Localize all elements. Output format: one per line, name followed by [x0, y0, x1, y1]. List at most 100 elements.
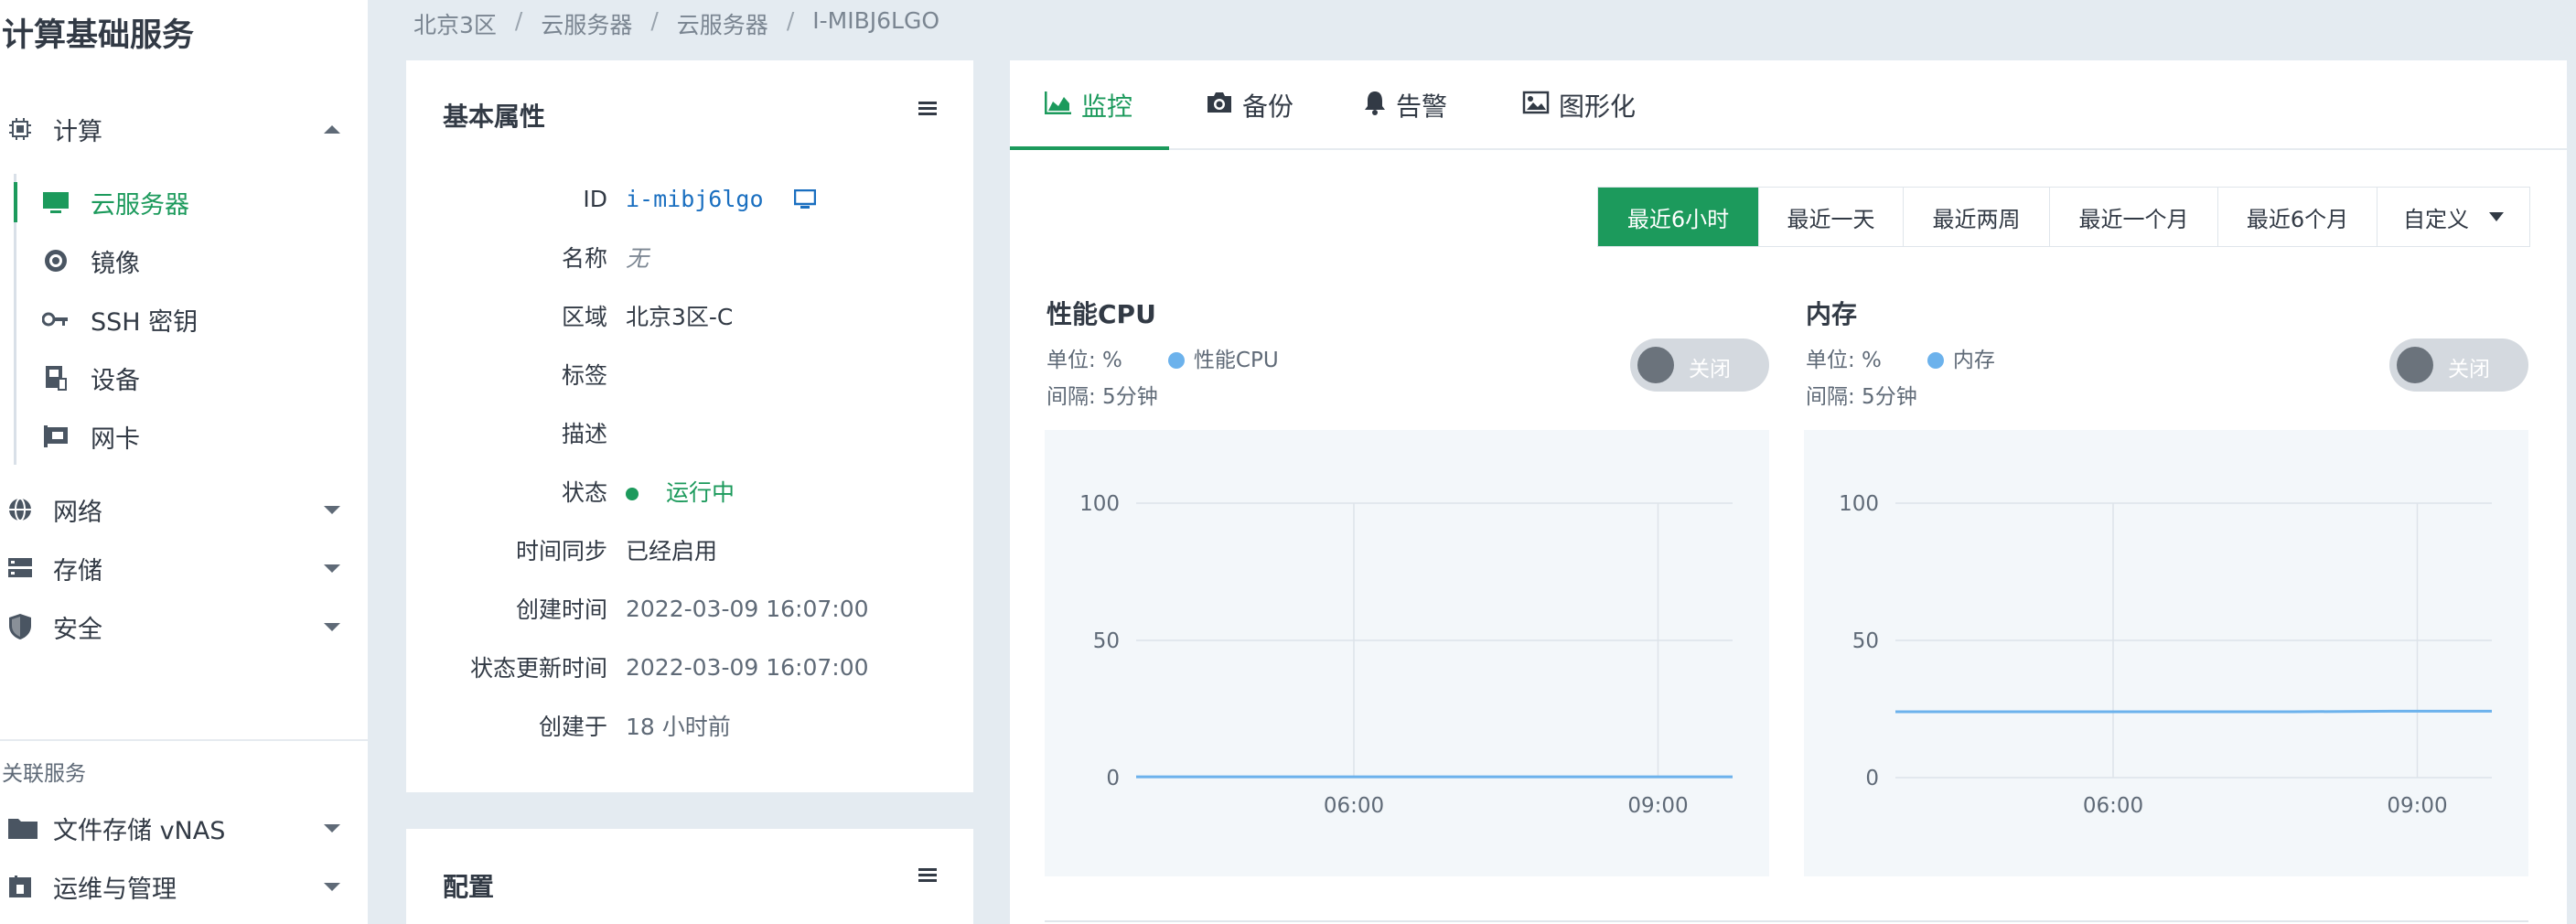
chevron-down-icon	[2489, 212, 2504, 221]
prop-row-description: 描述	[406, 414, 973, 451]
y-tick-label: 50	[1852, 629, 1879, 653]
nic-icon	[42, 423, 70, 450]
chart-svg: 100 50 0 06:00 09:00	[1079, 492, 1733, 818]
chevron-up-icon[interactable]	[324, 124, 340, 134]
interval-label: 间隔: 5分钟	[1046, 385, 1158, 409]
chevron-down-icon[interactable]	[324, 882, 340, 891]
prop-key: 创建于	[538, 714, 607, 740]
legend-label: 内存	[1952, 349, 1995, 372]
breadcrumb-separator: /	[514, 7, 523, 34]
image-icon	[1522, 91, 1550, 121]
x-tick-label: 09:00	[1627, 794, 1688, 818]
breadcrumb-item[interactable]: 北京3区	[413, 7, 497, 40]
menu-icon[interactable]	[918, 102, 937, 116]
card-title: 基本属性	[443, 102, 546, 132]
sidebar-divider	[0, 739, 368, 741]
sidebar-item-security[interactable]: 安全	[0, 603, 368, 650]
sidebar-item-label: 安全	[53, 615, 102, 644]
tab-label: 备份	[1242, 91, 1294, 122]
range-6m-button[interactable]: 最近6个月	[2218, 188, 2377, 246]
interval-label: 间隔: 5分钟	[1806, 385, 1917, 409]
breadcrumb-item[interactable]: 云服务器	[677, 7, 768, 40]
globe-icon	[7, 497, 33, 522]
range-custom-dropdown[interactable]: 自定义	[2377, 188, 2529, 246]
sidebar-item-cloud-server[interactable]: 云服务器	[0, 178, 368, 226]
device-icon	[42, 364, 70, 392]
cpu-monitor-toggle[interactable]: 关闭	[1630, 338, 1769, 392]
tab-backup[interactable]: 备份	[1206, 60, 1293, 150]
monitor-icon	[42, 188, 70, 216]
chevron-down-icon[interactable]	[324, 505, 340, 514]
prop-row-status: 状态 运行中	[406, 473, 973, 510]
sidebar-item-ops[interactable]: 运维与管理	[0, 863, 368, 910]
sidebar-item-image[interactable]: 镜像	[0, 237, 368, 285]
x-tick-label: 06:00	[2083, 794, 2143, 818]
legend-label: 性能CPU	[1193, 349, 1279, 372]
sidebar-item-network[interactable]: 网络	[0, 486, 368, 533]
series-line	[1895, 709, 2492, 714]
prop-row-tags: 标签	[406, 356, 973, 392]
instance-id-link[interactable]: i-mibj6lgo	[626, 186, 764, 212]
sidebar-item-ssh-key[interactable]: SSH 密钥	[0, 295, 368, 343]
prop-key: 状态	[561, 479, 607, 506]
chip-icon	[7, 116, 33, 142]
toggle-knob	[2397, 347, 2433, 383]
prop-key: 时间同步	[515, 538, 607, 564]
sidebar-item-vnas[interactable]: 文件存储 vNAS	[0, 804, 368, 852]
sidebar-item-device[interactable]: 设备	[0, 354, 368, 402]
chevron-down-icon[interactable]	[324, 622, 340, 631]
toggle-label: 关闭	[1689, 358, 1731, 381]
range-1m-button[interactable]: 最近一个月	[2050, 188, 2218, 246]
memory-monitor-unit-row: 单位: % 内存	[1806, 342, 1995, 373]
cpu-chart: 100 50 0 06:00 09:00	[1045, 430, 1769, 876]
sidebar-item-label: 网卡	[91, 424, 140, 454]
chevron-down-icon[interactable]	[324, 564, 340, 573]
sidebar-item-storage[interactable]: 存储	[0, 544, 368, 592]
prop-value: 2022-03-09 16:07:00	[626, 595, 869, 622]
breadcrumb-item[interactable]: 云服务器	[541, 7, 632, 40]
time-range-selector: 最近6小时 最近一天 最近两周 最近一个月 最近6个月 自定义	[1597, 187, 2530, 247]
range-6h-button[interactable]: 最近6小时	[1598, 188, 1759, 246]
range-1d-button[interactable]: 最近一天	[1759, 188, 1904, 246]
sidebar-title: 计算基础服务	[2, 17, 195, 54]
status-dot-icon	[626, 488, 639, 500]
prop-value: 2022-03-09 16:07:00	[626, 653, 869, 681]
sidebar-item-label: 云服务器	[91, 190, 189, 220]
chart-svg: 100 50 0 06:00 09:00	[1839, 492, 2492, 818]
sidebar-item-label: 网络	[53, 498, 102, 527]
sidebar-item-label: 镜像	[91, 249, 140, 278]
prop-value: 已经启用	[626, 538, 718, 564]
tab-monitor[interactable]: 监控	[1044, 60, 1132, 150]
tab-label: 图形化	[1559, 91, 1637, 122]
sidebar-item-label: 运维与管理	[53, 875, 177, 904]
shield-icon	[7, 614, 33, 639]
tab-alarm[interactable]: 告警	[1363, 60, 1447, 150]
cpu-monitor-unit-row: 单位: % 性能CPU	[1046, 342, 1279, 373]
sidebar-item-nic[interactable]: 网卡	[0, 413, 368, 460]
y-tick-label: 100	[1079, 492, 1120, 516]
toggle-knob	[1637, 347, 1674, 383]
area-chart-icon	[1044, 91, 1072, 121]
menu-icon[interactable]	[918, 868, 937, 883]
card-title: 配置	[443, 872, 495, 902]
bell-icon	[1363, 90, 1387, 122]
tab-graphics[interactable]: 图形化	[1522, 60, 1636, 150]
prop-row-zone: 区域 北京3区-C	[406, 297, 973, 334]
camera-icon	[1206, 91, 1233, 121]
toggle-label: 关闭	[2448, 358, 2490, 381]
legend-dot-icon	[1167, 352, 1185, 369]
sidebar-item-compute[interactable]: 计算	[0, 105, 368, 153]
memory-monitor-toggle[interactable]: 关闭	[2389, 338, 2528, 392]
prop-row-status-updated: 状态更新时间 2022-03-09 16:07:00	[406, 649, 973, 685]
prop-row-name: 名称 无	[406, 239, 973, 275]
x-tick-label: 06:00	[1324, 794, 1384, 818]
console-icon[interactable]	[793, 188, 817, 215]
status-text: 运行中	[666, 479, 735, 506]
range-2w-button[interactable]: 最近两周	[1904, 188, 2050, 246]
prop-value: 北京3区-C	[626, 304, 734, 330]
prop-row-time-sync: 时间同步 已经启用	[406, 532, 973, 568]
sidebar-item-label: 文件存储 vNAS	[53, 816, 226, 845]
prop-key: ID	[583, 185, 607, 212]
chevron-down-icon[interactable]	[324, 823, 340, 833]
prop-row-id: ID i-mibj6lgo	[406, 180, 973, 217]
